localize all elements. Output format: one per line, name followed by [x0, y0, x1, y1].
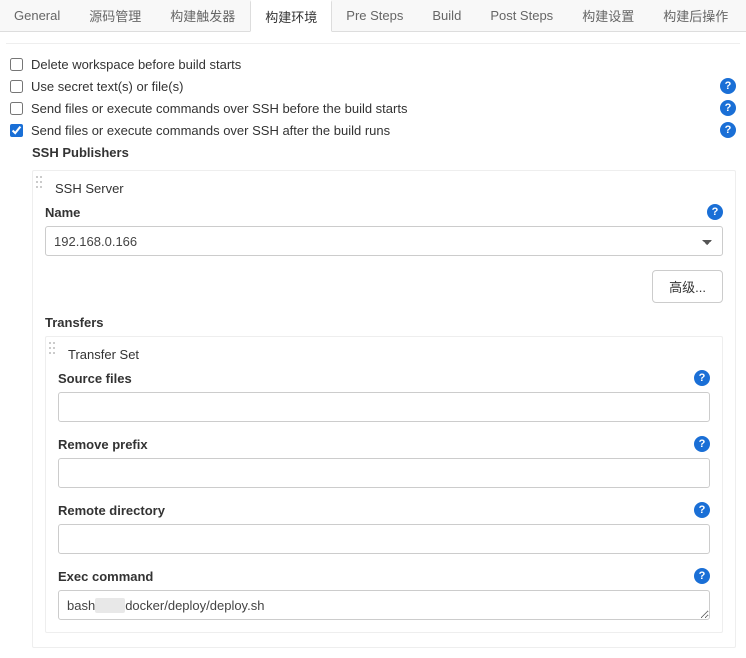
ssh-before-label: Send files or execute commands over SSH … — [31, 101, 720, 116]
ssh-after-label: Send files or execute commands over SSH … — [31, 123, 720, 138]
source-files-field: Source files ? — [58, 370, 710, 422]
help-icon[interactable]: ? — [694, 568, 710, 584]
option-secret-text: Use secret text(s) or file(s) ? — [10, 75, 736, 97]
transfer-set-title: Transfer Set — [68, 347, 710, 362]
advanced-button[interactable]: 高级... — [652, 270, 723, 303]
tab-triggers[interactable]: 构建触发器 — [156, 0, 250, 31]
delete-workspace-label: Delete workspace before build starts — [31, 57, 736, 72]
secret-text-checkbox[interactable] — [10, 80, 23, 93]
ssh-publishers-section: SSH Publishers SSH Server Name ? 192.168… — [32, 145, 736, 648]
remove-prefix-input[interactable] — [58, 458, 710, 488]
ssh-name-label: Name — [45, 205, 707, 220]
tab-source[interactable]: 源码管理 — [75, 0, 156, 31]
section-divider — [6, 34, 740, 44]
ssh-before-checkbox[interactable] — [10, 102, 23, 115]
option-delete-workspace: Delete workspace before build starts — [10, 54, 736, 75]
secret-text-label: Use secret text(s) or file(s) — [31, 79, 720, 94]
help-icon[interactable]: ? — [694, 370, 710, 386]
tab-build[interactable]: Build — [418, 0, 476, 31]
tab-pre-steps[interactable]: Pre Steps — [332, 0, 418, 31]
exec-cmd-text-prefix: bash — [67, 598, 95, 613]
help-icon[interactable]: ? — [707, 204, 723, 220]
help-icon[interactable]: ? — [694, 502, 710, 518]
option-ssh-after: Send files or execute commands over SSH … — [10, 119, 736, 141]
drag-handle-icon[interactable] — [48, 341, 56, 355]
ssh-after-checkbox[interactable] — [10, 124, 23, 137]
tab-build-env[interactable]: 构建环境 — [250, 0, 332, 32]
ssh-server-title: SSH Server — [55, 181, 723, 196]
help-icon[interactable]: ? — [694, 436, 710, 452]
source-files-label: Source files — [58, 371, 694, 386]
ssh-name-field: Name ? 192.168.0.166 — [45, 204, 723, 256]
ssh-name-select[interactable]: 192.168.0.166 — [45, 226, 723, 256]
remove-prefix-field: Remove prefix ? — [58, 436, 710, 488]
option-ssh-before: Send files or execute commands over SSH … — [10, 97, 736, 119]
exec-cmd-input[interactable]: bash xxxxdocker/deploy/deploy.sh — [58, 590, 710, 620]
exec-cmd-redacted: xxxx — [95, 598, 125, 613]
transfers-title: Transfers — [45, 315, 723, 330]
exec-cmd-text-suffix: docker/deploy/deploy.sh — [125, 598, 264, 613]
delete-workspace-checkbox[interactable] — [10, 58, 23, 71]
tab-build-settings[interactable]: 构建设置 — [568, 0, 649, 31]
ssh-server-group: SSH Server Name ? 192.168.0.166 高级... Tr… — [32, 170, 736, 648]
tab-general[interactable]: General — [0, 0, 75, 31]
ssh-publishers-title: SSH Publishers — [32, 145, 736, 160]
config-tabs: General 源码管理 构建触发器 构建环境 Pre Steps Build … — [0, 0, 746, 32]
remote-dir-input[interactable] — [58, 524, 710, 554]
remove-prefix-label: Remove prefix — [58, 437, 694, 452]
tab-post-build[interactable]: 构建后操作 — [649, 0, 743, 31]
exec-cmd-field: Exec command ? bash xxxxdocker/deploy/de… — [58, 568, 710, 620]
source-files-input[interactable] — [58, 392, 710, 422]
help-icon[interactable]: ? — [720, 78, 736, 94]
tab-post-steps[interactable]: Post Steps — [476, 0, 568, 31]
drag-handle-icon[interactable] — [35, 175, 43, 189]
transfer-set-group: Transfer Set Source files ? Remove prefi… — [45, 336, 723, 633]
remote-dir-field: Remote directory ? — [58, 502, 710, 554]
help-icon[interactable]: ? — [720, 100, 736, 116]
ssh-server-buttons: 高级... — [45, 270, 723, 303]
build-env-content: Delete workspace before build starts Use… — [0, 50, 746, 658]
exec-cmd-label: Exec command — [58, 569, 694, 584]
remote-dir-label: Remote directory — [58, 503, 694, 518]
help-icon[interactable]: ? — [720, 122, 736, 138]
